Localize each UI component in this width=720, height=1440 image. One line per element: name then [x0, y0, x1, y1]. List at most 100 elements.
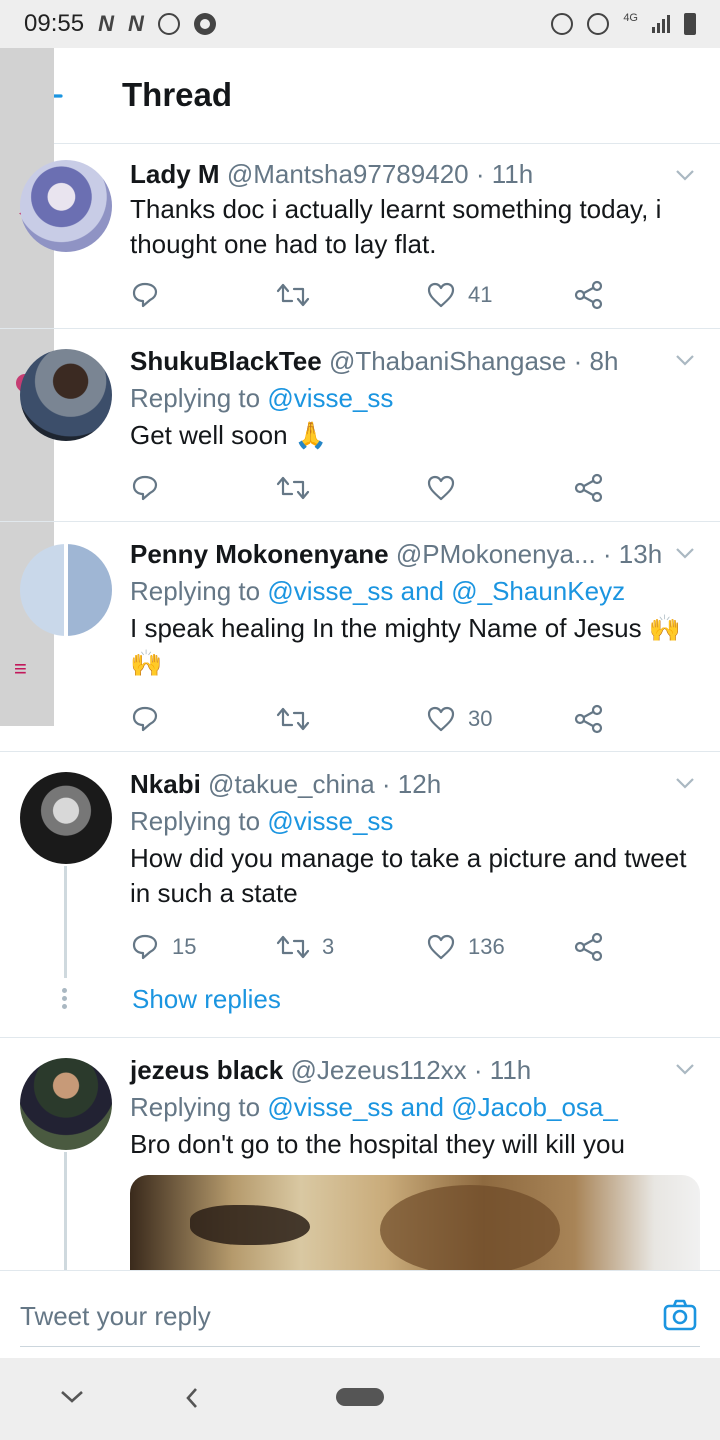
alarm-icon	[157, 13, 180, 35]
share-button[interactable]	[574, 278, 604, 312]
like-button[interactable]: 136	[426, 930, 505, 964]
tweet-time: · 11h	[475, 159, 534, 189]
status-left: 09:55 N N	[24, 10, 216, 38]
status-time: 09:55	[24, 10, 85, 37]
avatar[interactable]	[20, 349, 112, 441]
replying-to: Replying to @visse_ss	[130, 380, 700, 416]
share-button[interactable]	[574, 930, 604, 964]
tweet-content: Nkabi @takue_china · 12h Replying to @vi…	[130, 768, 700, 911]
reply-count: 15	[172, 934, 197, 959]
like-count: 30	[468, 706, 493, 731]
user-name[interactable]: Lady M	[130, 159, 220, 189]
chevron-down-icon[interactable]	[674, 772, 696, 794]
tweet[interactable]: Nkabi @takue_china · 12h Replying to @vi…	[0, 752, 720, 1038]
chrome-icon	[193, 13, 216, 35]
tweet-header: Nkabi @takue_china · 12h	[130, 768, 700, 800]
tweet[interactable]: Penny Mokonenyane @PMokonenya... · 13h R…	[0, 522, 720, 752]
heart-icon	[427, 282, 455, 308]
heart-icon	[427, 706, 455, 732]
share-icon	[574, 932, 603, 962]
more-dots-icon	[62, 988, 68, 1012]
share-icon	[574, 473, 603, 503]
retweet-button[interactable]	[276, 278, 322, 312]
home-pill[interactable]	[336, 1388, 384, 1406]
tweet-text: Get well soon 🙏	[130, 420, 328, 450]
show-replies-link[interactable]: Show replies	[132, 984, 281, 1015]
system-nav-bar	[0, 1358, 720, 1440]
chevron-down-icon[interactable]	[674, 349, 696, 371]
retweet-icon	[276, 707, 310, 731]
like-button[interactable]: 41	[426, 278, 492, 312]
share-icon	[574, 280, 603, 310]
replying-to: Replying to @visse_ss and @Jacob_osa_	[130, 1089, 700, 1125]
user-handle[interactable]: @Mantsha97789420	[227, 159, 469, 189]
retweet-icon	[276, 283, 310, 307]
reply-icon	[132, 282, 158, 308]
signal-icon	[652, 15, 670, 33]
retweet-button[interactable]	[276, 471, 322, 505]
tweet[interactable]: ShukuBlackTee @ThabaniShangase · 8h Repl…	[0, 329, 720, 522]
replying-prefix: Replying to	[130, 383, 268, 413]
user-name[interactable]: jezeus black	[130, 1055, 283, 1085]
tweet-content: jezeus black @Jezeus112xx · 11h Replying…	[130, 1054, 700, 1162]
tweet-content: Penny Mokonenyane @PMokonenya... · 13h R…	[130, 538, 700, 681]
user-handle[interactable]: @takue_china	[208, 769, 375, 799]
notification-n-icon: N	[127, 11, 144, 36]
tweet-header: Lady M @Mantsha97789420 · 11h	[130, 158, 700, 190]
tweet-actions: 15 3 136	[130, 930, 610, 964]
like-count: 136	[468, 934, 505, 959]
mention-link[interactable]: @visse_ss and @Jacob_osa_	[267, 1092, 618, 1122]
like-button[interactable]	[426, 471, 468, 505]
replying-prefix: Replying to	[130, 1092, 268, 1122]
tweet-header: jezeus black @Jezeus112xx · 11h	[130, 1054, 700, 1086]
share-button[interactable]	[574, 471, 604, 505]
alarm-icon	[551, 13, 574, 35]
tweet-time: · 8h	[573, 346, 619, 376]
user-name[interactable]: Nkabi	[130, 769, 201, 799]
mention-link[interactable]: @visse_ss	[267, 383, 393, 413]
tweet-media-image[interactable]	[130, 1175, 700, 1270]
like-count: 41	[468, 282, 493, 307]
avatar[interactable]	[20, 544, 112, 636]
camera-icon[interactable]	[662, 1297, 698, 1333]
status-right: 4G	[551, 12, 696, 35]
chevron-down-icon[interactable]	[58, 1386, 86, 1406]
reply-button[interactable]	[130, 278, 172, 312]
user-handle[interactable]: @Jezeus112xx	[290, 1055, 466, 1085]
user-name[interactable]: Penny Mokonenyane	[130, 539, 389, 569]
tweet-header: ShukuBlackTee @ThabaniShangase · 8h	[130, 345, 700, 377]
mention-link[interactable]: @visse_ss and @_ShaunKeyz	[267, 576, 625, 606]
tweet-text: I speak healing In the mighty Name of Je…	[130, 613, 682, 678]
chevron-down-icon[interactable]	[674, 164, 696, 186]
like-button[interactable]: 30	[426, 702, 492, 736]
reply-button[interactable]	[130, 702, 172, 736]
avatar[interactable]	[20, 1058, 112, 1150]
user-name[interactable]: ShukuBlackTee	[130, 346, 322, 376]
page-title: Thread	[122, 76, 233, 113]
battery-icon	[684, 13, 696, 35]
reply-button[interactable]: 15	[130, 930, 196, 964]
tweet-content: Lady M @Mantsha97789420 · 11h Thanks doc…	[130, 158, 700, 262]
share-button[interactable]	[574, 702, 604, 736]
replying-to: Replying to @visse_ss	[130, 803, 700, 839]
reply-icon	[132, 475, 158, 501]
retweet-icon	[276, 476, 310, 500]
user-handle[interactable]: @PMokonenya...	[396, 539, 596, 569]
retweet-button[interactable]: 3	[276, 930, 334, 964]
chevron-down-icon[interactable]	[674, 1058, 696, 1080]
tweet[interactable]: Lady M @Mantsha97789420 · 11h Thanks doc…	[0, 144, 720, 329]
back-nav-icon[interactable]	[182, 1384, 202, 1412]
tweet-time: · 13h	[602, 539, 663, 569]
heart-icon	[427, 475, 455, 501]
media-shape	[380, 1185, 560, 1270]
avatar[interactable]	[20, 160, 112, 252]
mention-link[interactable]: @visse_ss	[267, 806, 393, 836]
user-handle[interactable]: @ThabaniShangase	[329, 346, 566, 376]
replying-prefix: Replying to	[130, 806, 268, 836]
reply-input[interactable]: Tweet your reply	[20, 1287, 700, 1347]
reply-icon	[132, 934, 158, 960]
avatar[interactable]	[20, 772, 112, 864]
reply-button[interactable]	[130, 471, 172, 505]
chevron-down-icon[interactable]	[674, 542, 696, 564]
retweet-button[interactable]	[276, 702, 322, 736]
